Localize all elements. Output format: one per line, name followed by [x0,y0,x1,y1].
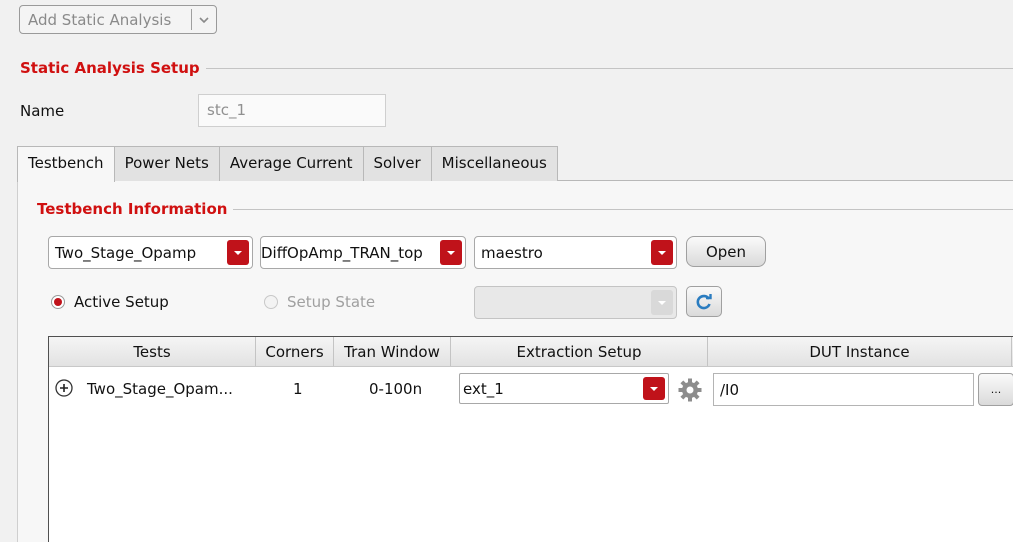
tab-miscellaneous[interactable]: Miscellaneous [430,146,558,181]
column-header-tran-window[interactable]: Tran Window [334,337,451,366]
test-name: Two_Stage_Opam... [87,380,233,398]
view-select[interactable]: maestro [474,236,677,269]
section-title-static-analysis-setup: Static Analysis Setup [20,59,206,77]
extraction-setup-select[interactable]: ext_1 [459,373,669,404]
setup-state-select[interactable] [474,286,677,319]
tab-power-nets[interactable]: Power Nets [113,146,220,181]
name-input[interactable]: stc_1 [198,94,386,127]
tab-testbench[interactable]: Testbench [17,146,115,182]
tab-bar: Testbench Power Nets Average Current Sol… [17,146,558,182]
cell-value: DiffOpAmp_TRAN_top [261,243,423,262]
tab-solver[interactable]: Solver [362,146,432,181]
browse-button[interactable]: ... [978,373,1013,406]
dropdown-arrow-icon[interactable] [651,240,673,265]
column-header-corners[interactable]: Corners [256,337,334,366]
view-value: maestro [481,243,543,262]
radio-selected-icon [51,295,65,309]
radio-unselected-icon [264,295,278,309]
library-value: Two_Stage_Opamp [55,243,197,262]
dropdown-arrow-icon[interactable] [227,240,249,265]
refresh-button[interactable] [686,286,722,317]
dut-instance-input[interactable]: /I0 [713,373,974,406]
setup-state-label: Setup State [287,293,376,311]
cell-select[interactable]: DiffOpAmp_TRAN_top [260,236,466,269]
dropdown-arrow-icon[interactable] [643,377,665,400]
gear-icon[interactable] [677,377,703,403]
name-label: Name [20,102,65,120]
column-header-dut-instance[interactable]: DUT Instance [708,337,1012,366]
refresh-icon [696,293,712,309]
expand-plus-icon[interactable] [55,379,73,397]
setup-state-radio[interactable]: Setup State [264,293,375,311]
table-header: Tests Corners Tran Window Extraction Set… [49,337,1013,367]
dropdown-arrow-icon[interactable] [440,240,462,265]
open-button[interactable]: Open [686,236,766,267]
tab-average-current[interactable]: Average Current [218,146,364,181]
table-row[interactable]: Two_Stage_Opam... 1 0-100n ext_1 /I0 ... [49,367,1013,411]
dropdown-arrow-icon [651,290,673,315]
tran-window-value: 0-100n [369,380,423,398]
active-setup-label: Active Setup [74,293,169,311]
section-title-testbench-information: Testbench Information [37,200,234,218]
library-select[interactable]: Two_Stage_Opamp [48,236,253,269]
column-header-extraction-setup[interactable]: Extraction Setup [451,337,708,366]
chevron-down-icon[interactable] [192,6,216,33]
corners-count: 1 [293,380,303,398]
add-static-analysis-button[interactable]: Add Static Analysis [19,5,217,34]
tests-table: Tests Corners Tran Window Extraction Set… [48,336,1013,542]
extraction-setup-value: ext_1 [463,379,504,398]
column-header-tests[interactable]: Tests [49,337,256,366]
active-setup-radio[interactable]: Active Setup [51,293,169,311]
add-static-analysis-label: Add Static Analysis [28,10,172,29]
